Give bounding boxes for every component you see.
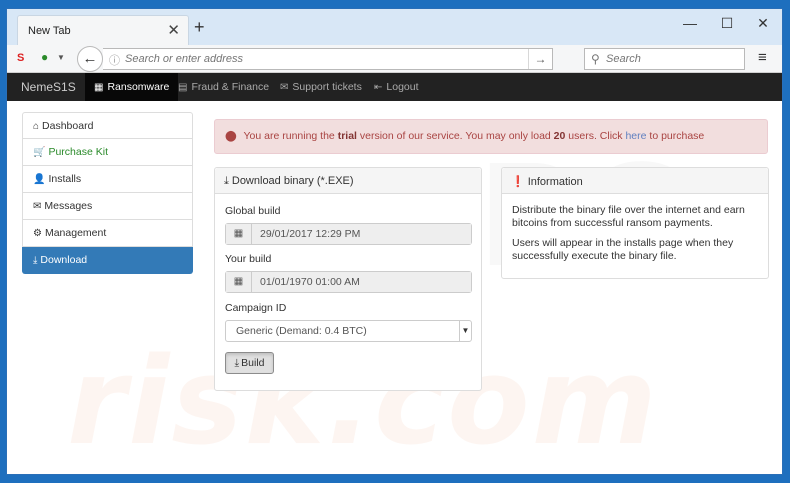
sidebar-item-installs[interactable]: 👤 Installs <box>22 166 193 193</box>
global-build-field: ▦ <box>225 223 472 245</box>
sidebar-item-label: Dashboard <box>42 120 94 132</box>
nav-fraud-finance[interactable]: ▤ Fraud & Finance <box>169 73 278 101</box>
sidebar-item-purchase-kit[interactable]: 🛒 Purchase Kit <box>22 139 193 166</box>
alert-count: 20 <box>553 130 566 142</box>
nav-support-tickets[interactable]: ✉ Support tickets <box>271 73 371 101</box>
window-close-button[interactable]: ✕ <box>748 15 778 32</box>
global-build-input <box>252 224 471 244</box>
information-panel-header: ❗ Information <box>502 168 768 194</box>
exclamation-sign-icon: ❗ <box>511 176 525 188</box>
download-icon: ⤓ <box>33 255 38 266</box>
search-input[interactable] <box>606 50 736 68</box>
download-panel: ⤓ Download binary (*.EXE) Global build ▦ … <box>214 167 482 391</box>
search-icon: ⚲ <box>591 52 600 66</box>
page-content: PC risk.com ⌂Dashboard 🛒Purchase Kit 👤In… <box>7 101 782 474</box>
alert-prefix: You are running the <box>243 130 335 142</box>
alert-tail: to purchase <box>649 130 705 142</box>
download-icon: ⤓ <box>224 175 229 187</box>
exclamation-circle-icon: ⬤ <box>225 130 237 142</box>
calendar-icon: ▦ <box>226 272 252 292</box>
alert-middle: version of our service. You may only loa… <box>359 130 551 142</box>
sidebar: ⌂ Dashboard 🛒 Purchase Kit 👤 Installs ✉ Mess… <box>22 112 193 274</box>
sidebar-item-download[interactable]: ⤓ Download <box>22 247 193 274</box>
info-icon[interactable]: ⓘ <box>109 52 120 68</box>
trial-alert: ⬤ You are running the trial version of o… <box>214 119 768 154</box>
nav-ransomware-label: Ransomware <box>107 81 170 93</box>
purchase-link[interactable]: here <box>625 130 646 142</box>
sidebar-item-label: Download <box>40 254 88 266</box>
download-panel-header: ⤓ Download binary (*.EXE) <box>215 168 481 194</box>
browser-toolbar: S ● ▼ ← ⓘ → ⚲ ≡ <box>7 45 782 73</box>
browser-tab[interactable]: New Tab ✕ <box>17 15 189 45</box>
search-bar[interactable]: ⚲ <box>584 48 745 70</box>
chevron-down-icon[interactable]: ▼ <box>57 53 65 62</box>
build-button[interactable]: ⤓ Build <box>225 352 274 374</box>
info-text-distribute: Distribute the binary file over the inte… <box>512 204 745 229</box>
nav-support-label: Support tickets <box>292 81 362 93</box>
nav-ransomware[interactable]: ▦ Ransomware <box>85 73 179 101</box>
brand-logo[interactable]: NemeS1S <box>21 80 76 94</box>
nav-logout[interactable]: ⇤ Logout <box>365 73 428 101</box>
tab-strip: New Tab ✕ + — ☐ ✕ <box>7 9 782 45</box>
global-build-label: Global build <box>225 205 281 217</box>
your-build-input <box>252 272 471 292</box>
envelope-icon: ✉ <box>33 201 42 212</box>
url-bar[interactable]: ⓘ → <box>103 48 553 70</box>
app-navbar: NemeS1S ▦ Ransomware ▤ Fraud & Finance ✉ Su… <box>7 73 782 101</box>
chevron-down-icon: ▼ <box>459 321 471 341</box>
sidebar-item-messages[interactable]: ✉ Messages <box>22 193 193 220</box>
download-icon: ⤓ <box>234 357 240 369</box>
new-tab-button[interactable]: + <box>194 17 205 38</box>
user-icon: 👤 <box>33 174 46 185</box>
maximize-button[interactable]: ☐ <box>712 15 742 32</box>
url-input[interactable] <box>125 50 525 68</box>
sidebar-item-label: Management <box>44 227 107 239</box>
sidebar-item-label: Messages <box>44 200 93 212</box>
cart-icon: 🛒 <box>33 147 46 158</box>
nav-fraud-label: Fraud & Finance <box>191 81 270 93</box>
information-panel: ❗ Information Distribute the binary file … <box>501 167 769 279</box>
info-text-installs: Users will appear in the installs page w… <box>512 237 734 262</box>
campaign-id-select[interactable]: Generic (Demand: 0.4 BTC) ▼ <box>225 320 472 342</box>
sidebar-item-label: Installs <box>48 173 82 185</box>
sidebar-item-management[interactable]: ⚙ Management <box>22 220 193 247</box>
alert-suffix: users. Click <box>568 130 623 142</box>
campaign-id-value: Generic (Demand: 0.4 BTC) <box>236 325 367 337</box>
grid-icon: ▦ <box>94 82 104 93</box>
home-icon: ⌂ <box>33 121 40 132</box>
gear-icon: ⚙ <box>33 228 42 239</box>
download-panel-title: Download binary (*.EXE) <box>231 175 354 187</box>
list-icon: ▤ <box>178 82 188 93</box>
hamburger-menu-icon[interactable]: ≡ <box>758 49 767 66</box>
extension-icon[interactable]: S <box>17 52 24 64</box>
nav-logout-label: Logout <box>386 81 419 93</box>
your-build-label: Your build <box>225 253 272 265</box>
tab-close-icon[interactable]: ✕ <box>167 21 180 39</box>
go-arrow-icon[interactable]: → <box>528 49 552 69</box>
minimize-button[interactable]: — <box>675 15 705 31</box>
information-panel-title: Information <box>527 176 583 188</box>
comment-icon: ✉ <box>280 82 289 93</box>
tab-title: New Tab <box>28 25 71 37</box>
shield-extension-icon[interactable]: ● <box>41 50 48 64</box>
calendar-icon: ▦ <box>226 224 252 244</box>
logout-icon: ⇤ <box>374 82 383 93</box>
browser-window: New Tab ✕ + — ☐ ✕ S ● ▼ ← ⓘ → ⚲ ≡ NemeS1… <box>6 8 783 475</box>
your-build-field: ▦ <box>225 271 472 293</box>
campaign-id-label: Campaign ID <box>225 302 287 314</box>
alert-trial: trial <box>337 130 357 142</box>
build-button-label: Build <box>241 357 265 369</box>
sidebar-item-label: Purchase Kit <box>48 146 108 158</box>
back-button[interactable]: ← <box>77 46 103 72</box>
sidebar-item-dashboard[interactable]: ⌂ Dashboard <box>22 112 193 139</box>
